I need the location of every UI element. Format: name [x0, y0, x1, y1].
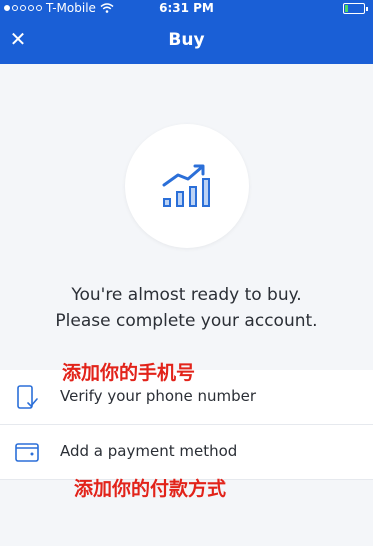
add-payment-row[interactable]: Add a payment method	[0, 425, 373, 480]
status-message: You're almost ready to buy. Please compl…	[0, 282, 373, 334]
chart-growth-icon	[125, 124, 249, 248]
status-time: 6:31 PM	[159, 1, 214, 15]
battery-icon	[343, 3, 368, 14]
verify-phone-label: Verify your phone number	[60, 387, 257, 405]
top-bar: T-Mobile 6:31 PM ✕ Buy	[0, 0, 373, 64]
message-line-2: Please complete your account.	[55, 311, 318, 331]
page-title: Buy	[168, 30, 205, 50]
add-payment-label: Add a payment method	[60, 442, 238, 460]
message-line-1: You're almost ready to buy.	[71, 285, 302, 305]
annotation-phone: 添加你的手机号	[62, 362, 196, 384]
account-steps-list: Verify your phone number Add a payment m…	[0, 370, 373, 480]
phone-check-icon	[17, 385, 38, 409]
wallet-icon	[15, 443, 39, 462]
status-bar: T-Mobile 6:31 PM	[0, 0, 373, 18]
annotation-payment: 添加你的付款方式	[74, 478, 227, 500]
